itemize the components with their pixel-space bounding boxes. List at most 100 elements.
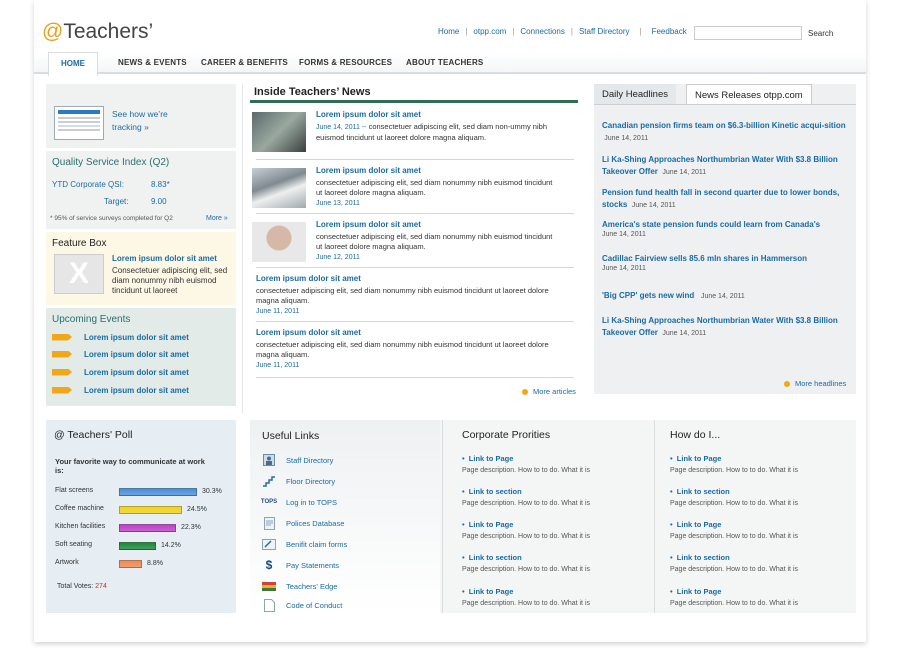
- howdo-desc: Page description. How to to do. What it …: [670, 500, 799, 507]
- news-body: consectetuer adipiscing elit, sed diam n…: [256, 340, 549, 359]
- headline-item[interactable]: Pension fund health fall in second quart…: [602, 187, 850, 212]
- poll-panel: @ Teachers' Poll Your favorite way to co…: [46, 420, 236, 613]
- news-photo: [252, 168, 306, 208]
- news-title[interactable]: Lorem ipsum dolor sit amet: [316, 166, 421, 175]
- howdo-desc: Page description. How to to do. What it …: [670, 600, 799, 607]
- total-value: 274: [95, 583, 107, 590]
- useful-link-staff-directory[interactable]: Staff Directory: [262, 453, 333, 467]
- site-logo[interactable]: @Teachers’: [42, 20, 153, 44]
- feature-headline[interactable]: Lorem ipsum dolor sit amet: [112, 254, 217, 263]
- headline-item[interactable]: Cadillac Fairview sells 85.6 mln shares …: [602, 253, 850, 272]
- nav-about-teachers[interactable]: ABOUT TEACHERS: [406, 58, 483, 67]
- news-title[interactable]: Lorem ipsum dolor sit amet: [256, 328, 361, 337]
- headline-item[interactable]: America's state pension funds could lear…: [602, 219, 850, 238]
- howdo-link[interactable]: • Link to Page: [670, 587, 798, 596]
- news-title[interactable]: Lorem ipsum dolor sit amet: [316, 110, 421, 119]
- useful-link-label: Floor Directory: [286, 476, 336, 486]
- headline-title: Li Ka-Shing Approaches Northumbrian Wate…: [602, 316, 838, 337]
- more-headlines-link[interactable]: More headlines: [784, 379, 846, 388]
- event-item[interactable]: Lorem ipsum dolor sit amet: [52, 331, 189, 343]
- priority-link-label: Link to Page: [468, 587, 514, 596]
- priority-link[interactable]: • Link to Page: [462, 454, 590, 463]
- divider: [654, 420, 655, 613]
- tab-news-releases[interactable]: News Releases otpp.com: [686, 84, 812, 104]
- qsi-ytd-value: 8.83*: [151, 180, 170, 189]
- poll-bar: [119, 524, 176, 532]
- headline-title: Li Ka-Shing Approaches Northumbrian Wate…: [602, 155, 838, 176]
- tab-daily-headlines[interactable]: Daily Headlines: [594, 84, 677, 104]
- qsi-more-link[interactable]: More »: [206, 215, 228, 222]
- search-input[interactable]: [694, 26, 802, 40]
- useful-link-tops[interactable]: TOPS Log in to TOPS: [261, 495, 337, 509]
- search-button[interactable]: Search: [808, 29, 833, 38]
- useful-link-floor-directory[interactable]: Floor Directory: [262, 474, 335, 488]
- priority-link[interactable]: • Link to section: [462, 487, 590, 496]
- nav-career-benefits[interactable]: CAREER & BENEFITS: [201, 58, 288, 67]
- top-links: Home | otpp.com | Connections | Staff Direc…: [438, 27, 687, 36]
- priority-link[interactable]: • Link to Page: [462, 587, 590, 596]
- howdo-link[interactable]: • Link to Page: [670, 520, 798, 529]
- nav-forms-resources[interactable]: FORMS & RESOURCES: [299, 58, 392, 67]
- how-do-i-panel: How do I... • Link to Page Page descripti…: [658, 420, 856, 613]
- useful-link-label: Code of Conduct: [286, 600, 343, 610]
- bullet-icon: [522, 389, 528, 396]
- useful-link-teachers-edge[interactable]: Teachers' Edge: [262, 579, 337, 593]
- inside-news-title: Inside Teachers’ News: [254, 86, 371, 98]
- top-link-feedback[interactable]: Feedback: [652, 27, 687, 36]
- headline-item[interactable]: Canadian pension firms team on $6.3-bill…: [602, 120, 850, 145]
- howdo-link-label: Link to section: [676, 487, 730, 496]
- more-articles-link[interactable]: More articles: [522, 387, 576, 396]
- priority-desc: Page description. How to to do. What it …: [462, 600, 591, 607]
- poll-percent: 14.2%: [161, 542, 181, 549]
- howdo-link-label: Link to Page: [676, 520, 722, 529]
- top-link-otpp[interactable]: otpp.com: [473, 27, 506, 36]
- news-date: June 11, 2011: [256, 308, 300, 315]
- headline-item[interactable]: 'Big CPP' gets new wind June 14, 2011: [602, 290, 850, 303]
- nav-home[interactable]: HOME: [48, 52, 98, 76]
- howdo-desc: Page description. How to to do. What it …: [670, 467, 799, 474]
- howdo-link[interactable]: • Link to Page: [670, 454, 798, 463]
- poll-percent: 24.5%: [187, 506, 207, 513]
- events-title: Upcoming Events: [52, 314, 131, 325]
- headline-item[interactable]: Li Ka-Shing Approaches Northumbrian Wate…: [602, 315, 850, 340]
- poll-option-label: Flat screens: [55, 487, 94, 494]
- headline-date: June 14, 2011: [602, 265, 646, 272]
- howdo-item: • Link to Page Page description. How to t…: [670, 520, 798, 540]
- headline-item[interactable]: Li Ka-Shing Approaches Northumbrian Wate…: [602, 154, 850, 179]
- news-title[interactable]: Lorem ipsum dolor sit amet: [316, 220, 421, 229]
- placeholder-image-icon: X: [54, 254, 104, 294]
- event-item[interactable]: Lorem ipsum dolor sit amet: [52, 348, 189, 360]
- nav-news-events[interactable]: NEWS & EVENTS: [118, 58, 187, 67]
- event-item[interactable]: Lorem ipsum dolor sit amet: [52, 366, 189, 378]
- headline-date: June 14, 2011: [602, 231, 646, 238]
- priority-link[interactable]: • Link to section: [462, 553, 590, 562]
- useful-link-benefit-forms[interactable]: Benifit claim forms: [262, 537, 347, 551]
- event-item[interactable]: Lorem ipsum dolor sit amet: [52, 384, 189, 396]
- qsi-panel: Quality Service Index (Q2) YTD Corporate…: [46, 151, 236, 229]
- top-link-connections[interactable]: Connections: [520, 27, 564, 36]
- useful-link-policies[interactable]: Polices Database: [262, 516, 344, 530]
- tracking-panel: See how we’re tracking »: [46, 84, 236, 148]
- dollar-icon: $: [265, 558, 273, 572]
- howdo-link[interactable]: • Link to section: [670, 487, 798, 496]
- news-title[interactable]: Lorem ipsum dolor sit amet: [256, 274, 361, 283]
- useful-link-code-of-conduct[interactable]: Code of Conduct: [262, 598, 342, 612]
- priority-link[interactable]: • Link to Page: [462, 520, 590, 529]
- news-date: June 12, 2011: [316, 254, 360, 261]
- howdo-link[interactable]: • Link to section: [670, 553, 798, 562]
- top-link-home[interactable]: Home: [438, 27, 459, 36]
- tracking-link[interactable]: See how we’re tracking »: [112, 108, 182, 134]
- useful-link-label: Polices Database: [286, 518, 345, 528]
- news-body: consectetuer adipiscing elit, sed diam n…: [256, 286, 549, 305]
- poll-percent: 30.3%: [202, 488, 222, 495]
- top-link-staff-directory[interactable]: Staff Directory: [579, 27, 630, 36]
- corporate-priorities-panel: Corporate Prorities • Link to Page Page d…: [450, 420, 650, 613]
- feature-body: Consectetuer adipiscing elit, sed diam n…: [112, 266, 228, 295]
- poll-total: Total Votes: 274: [57, 583, 107, 590]
- useful-link-pay-statements[interactable]: $ Pay Statements: [262, 558, 339, 572]
- howdo-link-label: Link to Page: [676, 587, 722, 596]
- separator: |: [570, 27, 573, 36]
- news-date: June 14, 2011 --: [316, 124, 367, 131]
- useful-link-label: Benifit claim forms: [286, 539, 348, 549]
- news-body: consectetuer adipiscing elit, sed diam n…: [316, 178, 553, 197]
